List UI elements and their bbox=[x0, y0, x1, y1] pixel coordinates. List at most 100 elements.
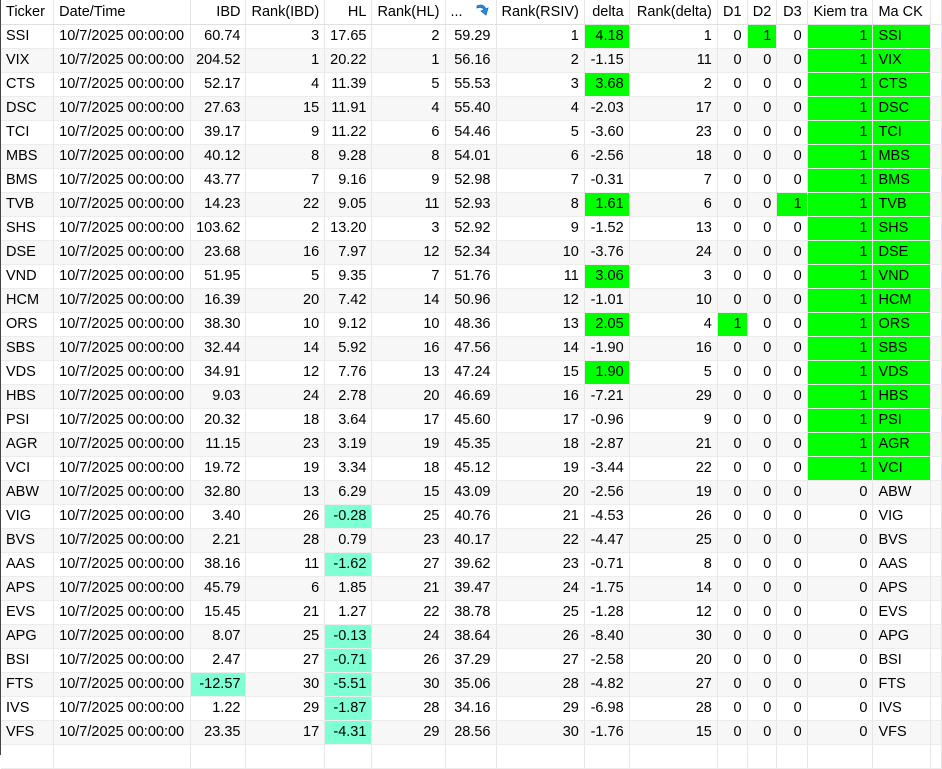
cell-rank-rsiv[interactable]: 30 bbox=[496, 720, 585, 745]
cell-rank-delta[interactable]: 22 bbox=[629, 456, 718, 481]
cell-d3[interactable]: 0 bbox=[776, 288, 808, 313]
cell-ticker[interactable]: SBS bbox=[1, 336, 55, 361]
cell-ticker[interactable]: VCI bbox=[1, 456, 55, 481]
cell-kiem-tra[interactable]: 0 bbox=[807, 480, 874, 505]
cell-d2[interactable]: 0 bbox=[747, 672, 778, 697]
cell-ma-ck[interactable]: IVS bbox=[872, 696, 931, 721]
cell-ticker[interactable]: SHS bbox=[1, 216, 55, 241]
table-row[interactable]: APS 10/7/2025 00:00:00 45.79 6 1.85 21 39.47 24… bbox=[1, 576, 942, 601]
cell-datetime[interactable]: 10/7/2025 00:00:00 bbox=[53, 24, 191, 49]
cell-datetime[interactable]: 10/7/2025 00:00:00 bbox=[53, 96, 191, 121]
cell-rank-ibd[interactable]: 29 bbox=[245, 696, 326, 721]
cell-rank-hl[interactable]: 11 bbox=[371, 192, 446, 217]
cell-hl[interactable]: 1.27 bbox=[324, 600, 373, 625]
cell-d3[interactable]: 0 bbox=[776, 216, 808, 241]
cell-ticker[interactable]: BSI bbox=[1, 648, 55, 673]
cell-d2[interactable]: 0 bbox=[747, 600, 778, 625]
cell-rank-delta[interactable]: 2 bbox=[629, 72, 718, 97]
column-header-ibd[interactable]: IBD bbox=[190, 0, 247, 25]
cell-hl[interactable]: 9.12 bbox=[324, 312, 373, 337]
cell-rsiv[interactable]: 40.76 bbox=[445, 504, 497, 529]
cell-ma-ck[interactable]: CTS bbox=[872, 72, 931, 97]
cell-datetime[interactable]: 10/7/2025 00:00:00 bbox=[53, 48, 191, 73]
cell-rank-hl[interactable]: 16 bbox=[371, 336, 446, 361]
cell-kiem-tra[interactable]: 0 bbox=[807, 576, 874, 601]
column-header-rank-ibd[interactable]: Rank(IBD) bbox=[245, 0, 326, 25]
cell-d1[interactable]: 0 bbox=[717, 264, 748, 289]
cell-datetime[interactable]: 10/7/2025 00:00:00 bbox=[53, 528, 191, 553]
cell-rank-ibd[interactable]: 9 bbox=[245, 120, 326, 145]
cell-hl[interactable]: 0.79 bbox=[324, 528, 373, 553]
cell-rsiv[interactable]: 38.64 bbox=[445, 624, 497, 649]
cell-rank-ibd[interactable]: 23 bbox=[245, 432, 326, 457]
cell-rsiv[interactable]: 52.92 bbox=[445, 216, 497, 241]
cell-d1[interactable]: 0 bbox=[717, 360, 748, 385]
cell-rank-hl[interactable]: 13 bbox=[371, 360, 446, 385]
cell-hl[interactable]: 2.78 bbox=[324, 384, 373, 409]
column-header-d3[interactable]: D3 bbox=[776, 0, 808, 25]
cell-rank-rsiv[interactable]: 1 bbox=[496, 24, 585, 49]
cell-kiem-tra[interactable]: 1 bbox=[807, 168, 874, 193]
cell-rsiv[interactable]: 47.56 bbox=[445, 336, 497, 361]
cell-rsiv[interactable]: 37.29 bbox=[445, 648, 497, 673]
cell-hl[interactable]: -5.51 bbox=[324, 672, 373, 697]
cell-d1[interactable]: 0 bbox=[717, 504, 748, 529]
cell-rank-rsiv[interactable]: 10 bbox=[496, 240, 585, 265]
cell-rank-rsiv[interactable]: 18 bbox=[496, 432, 585, 457]
cell-rsiv[interactable]: 54.46 bbox=[445, 120, 497, 145]
cell-rank-delta[interactable]: 25 bbox=[629, 528, 718, 553]
cell-datetime[interactable]: 10/7/2025 00:00:00 bbox=[53, 648, 191, 673]
cell-d3[interactable]: 0 bbox=[776, 360, 808, 385]
cell-ibd[interactable]: 40.12 bbox=[190, 144, 247, 169]
table-row[interactable]: SHS 10/7/2025 00:00:00 103.62 2 13.20 3 52.92 9… bbox=[1, 216, 942, 241]
cell-ibd[interactable]: 2.47 bbox=[190, 648, 247, 673]
cell-rank-ibd[interactable]: 7 bbox=[245, 168, 326, 193]
cell-d1[interactable]: 0 bbox=[717, 240, 748, 265]
cell-rank-hl[interactable]: 23 bbox=[371, 528, 446, 553]
cell-ticker[interactable]: PSI bbox=[1, 408, 55, 433]
cell-rsiv[interactable]: 52.98 bbox=[445, 168, 497, 193]
cell-hl[interactable]: 9.35 bbox=[324, 264, 373, 289]
cell-d3[interactable]: 0 bbox=[776, 600, 808, 625]
cell-hl[interactable]: 3.64 bbox=[324, 408, 373, 433]
cell-rank-rsiv[interactable]: 7 bbox=[496, 168, 585, 193]
cell-delta[interactable]: -4.47 bbox=[584, 528, 630, 553]
cell-d1[interactable]: 0 bbox=[717, 648, 748, 673]
cell-ticker[interactable]: ABW bbox=[1, 480, 55, 505]
table-row[interactable]: VFS 10/7/2025 00:00:00 23.35 17 -4.31 29 28.56… bbox=[1, 720, 942, 745]
cell-ma-ck[interactable]: BSI bbox=[872, 648, 931, 673]
table-row[interactable]: VIG 10/7/2025 00:00:00 3.40 26 -0.28 25 40.76 2… bbox=[1, 504, 942, 529]
cell-ibd[interactable]: 103.62 bbox=[190, 216, 247, 241]
cell-d1[interactable]: 0 bbox=[717, 120, 748, 145]
cell-rank-delta[interactable]: 18 bbox=[629, 144, 718, 169]
cell-rank-ibd[interactable]: 12 bbox=[245, 360, 326, 385]
cell-d1[interactable]: 1 bbox=[717, 312, 748, 337]
cell-d3[interactable]: 0 bbox=[776, 720, 808, 745]
cell-rank-hl[interactable]: 27 bbox=[371, 552, 446, 577]
cell-rank-delta[interactable]: 20 bbox=[629, 648, 718, 673]
cell-d3[interactable]: 0 bbox=[776, 648, 808, 673]
cell-d2[interactable]: 0 bbox=[747, 648, 778, 673]
table-row[interactable]: HBS 10/7/2025 00:00:00 9.03 24 2.78 20 46.69 16… bbox=[1, 384, 942, 409]
cell-d2[interactable]: 0 bbox=[747, 168, 778, 193]
cell-hl[interactable]: 9.16 bbox=[324, 168, 373, 193]
cell-d3[interactable]: 0 bbox=[776, 480, 808, 505]
cell-d2[interactable]: 0 bbox=[747, 456, 778, 481]
cell-d3[interactable]: 0 bbox=[776, 672, 808, 697]
cell-kiem-tra[interactable]: 1 bbox=[807, 24, 874, 49]
cell-rank-rsiv[interactable]: 26 bbox=[496, 624, 585, 649]
cell-datetime[interactable]: 10/7/2025 00:00:00 bbox=[53, 432, 191, 457]
cell-datetime[interactable]: 10/7/2025 00:00:00 bbox=[53, 672, 191, 697]
cell-kiem-tra[interactable]: 1 bbox=[807, 432, 874, 457]
cell-d2[interactable]: 0 bbox=[747, 192, 778, 217]
cell-delta[interactable]: -1.52 bbox=[584, 216, 630, 241]
table-row[interactable]: DSE 10/7/2025 00:00:00 23.68 16 7.97 12 52.34 1… bbox=[1, 240, 942, 265]
cell-delta[interactable]: -4.82 bbox=[584, 672, 630, 697]
cell-ticker[interactable]: HBS bbox=[1, 384, 55, 409]
column-header-rank-rsiv[interactable]: Rank(RSIV) bbox=[496, 0, 585, 25]
cell-rank-ibd[interactable]: 15 bbox=[245, 96, 326, 121]
cell-rank-ibd[interactable]: 21 bbox=[245, 600, 326, 625]
cell-rank-hl[interactable]: 14 bbox=[371, 288, 446, 313]
cell-hl[interactable]: 9.28 bbox=[324, 144, 373, 169]
cell-rank-rsiv[interactable]: 24 bbox=[496, 576, 585, 601]
